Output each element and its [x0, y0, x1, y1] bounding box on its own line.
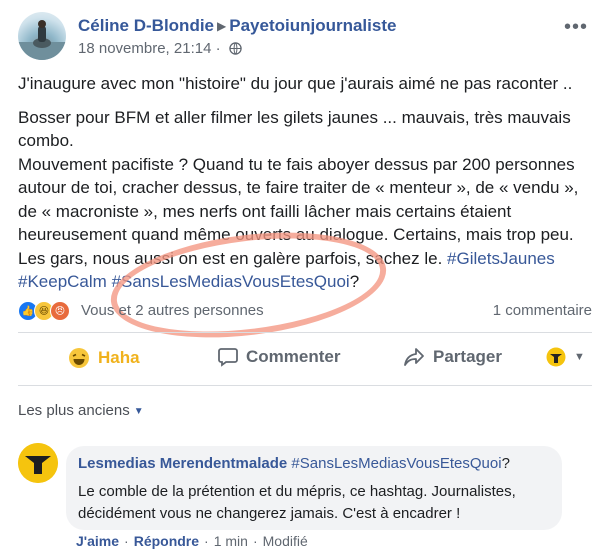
post-header: Céline D-Blondie ▶ Payetoiunjournaliste 18…: [18, 12, 588, 64]
meta-separator: ·: [215, 40, 221, 57]
comment-actions-separator-1: ·: [124, 533, 129, 549]
haha-label: Haha: [98, 348, 140, 367]
hashtag-keepcalm[interactable]: #KeepCalm: [18, 272, 107, 291]
haha-button[interactable]: Haha: [68, 347, 140, 369]
divider-bottom: [18, 385, 592, 386]
divider-top: [18, 332, 592, 333]
post-meta: 18 novembre, 21:14 ·: [78, 40, 242, 59]
comment-reply-link[interactable]: Répondre: [134, 533, 199, 549]
comment-text: Le comble de la prétention et du mépris,…: [78, 483, 516, 522]
comment-bubble: Lesmedias Merendentmalade #SansLesMedias…: [66, 446, 562, 530]
comment-actions: J'aime · Répondre · 1 min · Modifié: [76, 533, 308, 549]
post-paragraph-1: J'inaugure avec mon "histoire" du jour q…: [18, 74, 573, 93]
hashtag-giletsjaunes[interactable]: #GiletsJaunes: [447, 249, 555, 268]
comment-actions-separator-2: ·: [204, 533, 209, 549]
post-timestamp[interactable]: 18 novembre, 21:14: [78, 40, 211, 57]
chevron-down-icon: ▼: [574, 351, 585, 363]
comment-button[interactable]: Commenter: [218, 347, 340, 367]
question-mark: ?: [349, 272, 360, 291]
post-paragraph-2-text: Bosser pour BFM et aller filmer les gile…: [18, 107, 579, 268]
post-body: J'inaugure avec mon "histoire" du jour q…: [18, 72, 588, 294]
caret-down-icon: ▼: [133, 406, 144, 417]
share-arrow-icon: [403, 347, 425, 367]
comment-like-link[interactable]: J'aime: [76, 533, 119, 549]
more-options-icon[interactable]: •••: [564, 16, 588, 39]
angry-reaction-icon: 😠: [50, 301, 70, 321]
author-line: Céline D-Blondie ▶ Payetoiunjournaliste: [78, 16, 396, 36]
author-name-link[interactable]: Céline D-Blondie: [78, 16, 214, 35]
share-button[interactable]: Partager: [403, 347, 502, 367]
comment-header: Lesmedias Merendentmalade #SansLesMedias…: [78, 453, 550, 475]
reactions-bar: 👍 😆 😠 Vous et 2 autres personnes 1 comme…: [18, 298, 592, 324]
post-paragraph-2: Bosser pour BFM et aller filmer les gile…: [18, 106, 588, 294]
sort-label: Les plus anciens: [18, 402, 130, 419]
commenter-avatar[interactable]: [18, 443, 58, 483]
comments-count[interactable]: 1 commentaire: [493, 302, 592, 319]
hashtag-sanslesmedias[interactable]: #SansLesMediasVousEtesQuoi: [112, 272, 350, 291]
comment-edited-label[interactable]: Modifié: [263, 533, 308, 549]
comment-label: Commenter: [246, 347, 341, 366]
comments-sort-dropdown[interactable]: Les plus anciens ▼: [18, 402, 144, 419]
commenter-name-link[interactable]: Lesmedias Merendentmalade: [78, 455, 287, 472]
haha-icon: [68, 347, 90, 369]
share-label: Partager: [433, 347, 502, 366]
reaction-selector-button[interactable]: ▼: [546, 347, 585, 367]
post-actions: Haha Commenter Partager ▼: [18, 337, 592, 381]
author-avatar[interactable]: [18, 12, 66, 60]
triangle-right-icon: ▶: [217, 19, 227, 33]
comment-hashtag[interactable]: #SansLesMediasVousEtesQuoi: [291, 455, 501, 472]
reactors-text[interactable]: Vous et 2 autres personnes: [81, 302, 264, 319]
comment-question-mark: ?: [501, 455, 510, 472]
reaction-icons[interactable]: 👍 😆 😠: [18, 301, 70, 321]
comment-time[interactable]: 1 min: [214, 533, 248, 549]
comment-actions-separator-3: ·: [252, 533, 258, 549]
group-name-link[interactable]: Payetoiunjournaliste: [229, 16, 396, 35]
globe-icon[interactable]: [229, 42, 242, 59]
page-avatar-icon: [546, 347, 566, 367]
comment-bubble-icon: [218, 347, 238, 367]
